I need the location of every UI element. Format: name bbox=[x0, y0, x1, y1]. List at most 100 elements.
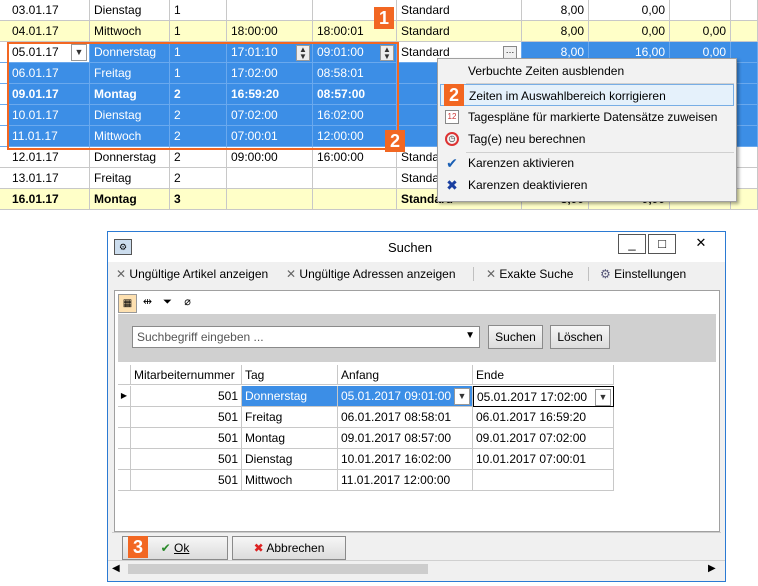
step-badge-2-menu: 2 bbox=[444, 84, 464, 106]
result-cell-tag[interactable]: Donnerstag bbox=[242, 386, 338, 407]
grid-cell-date[interactable]: 04.01.17 bbox=[8, 21, 90, 42]
search-placeholder: Suchbegriff eingeben ... bbox=[137, 330, 264, 344]
menu-item-recalculate[interactable]: ◷ Tag(e) neu berechnen bbox=[438, 128, 736, 150]
chevron-down-icon[interactable]: ▼ bbox=[595, 389, 611, 406]
grid-cell-day[interactable]: Montag bbox=[90, 189, 170, 210]
clear-button[interactable]: Löschen bbox=[550, 325, 610, 349]
result-cell-tag[interactable]: Mittwoch bbox=[242, 470, 338, 491]
grid-cell-date[interactable]: 13.01.17 bbox=[8, 168, 90, 189]
result-cell-ende[interactable]: 10.01.2017 07:00:01 bbox=[473, 449, 614, 470]
grid-cell-week[interactable]: 2 bbox=[170, 147, 227, 168]
result-cell-anfang[interactable]: 05.01.2017 09:01:00 ▼ bbox=[338, 386, 473, 407]
search-input[interactable]: Suchbegriff eingeben ... ▼ bbox=[132, 326, 480, 348]
filter-icon[interactable]: ⏷ bbox=[159, 294, 176, 311]
grid-cell-text: 0,00 bbox=[641, 3, 665, 17]
dialog-titlebar[interactable]: ⚙ Suchen _ □ ✕ bbox=[108, 232, 725, 262]
column-header-anfang[interactable]: Anfang bbox=[338, 365, 473, 385]
menu-item-correct-times[interactable]: Zeiten im Auswahlbereich korrigieren bbox=[440, 84, 734, 106]
clear-filter-icon[interactable]: ⌀ bbox=[179, 294, 196, 311]
row-indicator[interactable] bbox=[118, 407, 131, 428]
grid-cell-v2[interactable]: 0,00 bbox=[589, 21, 670, 42]
row-indicator[interactable]: ▶ bbox=[118, 386, 131, 407]
result-cell-tag[interactable]: Freitag bbox=[242, 407, 338, 428]
result-cell-tag[interactable]: Dienstag bbox=[242, 449, 338, 470]
grid-cell-v2[interactable]: 0,00 bbox=[589, 0, 670, 21]
result-cell-tag[interactable]: Montag bbox=[242, 428, 338, 449]
grid-cell-date[interactable]: 03.01.17 bbox=[8, 0, 90, 21]
close-button[interactable]: ✕ bbox=[678, 234, 724, 254]
grid-cell-v1[interactable]: 8,00 bbox=[522, 21, 589, 42]
result-cell-text: 501 bbox=[217, 452, 238, 466]
grid-cell-week[interactable]: 2 bbox=[170, 168, 227, 189]
grid-cell-day[interactable]: Donnerstag bbox=[90, 147, 170, 168]
grid-cell-week[interactable]: 1 bbox=[170, 21, 227, 42]
fit-columns-icon[interactable]: ⇹ bbox=[139, 294, 156, 311]
result-cell-anfang[interactable]: 09.01.2017 08:57:00 bbox=[338, 428, 473, 449]
selection-frame bbox=[7, 42, 399, 150]
grid-cell-plan[interactable]: Standard bbox=[397, 21, 522, 42]
exact-search-toggle[interactable]: ✕ Exakte Suche bbox=[486, 266, 573, 282]
invalid-addresses-toggle[interactable]: ✕ Ungültige Adressen anzeigen bbox=[286, 266, 456, 282]
horizontal-scrollbar[interactable]: ◀ ▶ bbox=[108, 560, 725, 578]
grid-cell-v1[interactable]: 8,00 bbox=[522, 0, 589, 21]
menu-item-hide-booked[interactable]: Verbuchte Zeiten ausblenden bbox=[438, 60, 736, 82]
grid-cell-v3[interactable]: 0,00 bbox=[670, 21, 731, 42]
grid-cell-v3[interactable] bbox=[670, 0, 731, 21]
settings-button[interactable]: ⚙ Einstellungen bbox=[600, 266, 686, 282]
grid-cell-date[interactable]: 16.01.17 bbox=[8, 189, 90, 210]
row-indicator[interactable] bbox=[118, 428, 131, 449]
result-cell-nr[interactable]: 501 bbox=[131, 407, 242, 428]
menu-item-deactivate-karenz[interactable]: ✖ Karenzen deaktivieren bbox=[438, 174, 736, 196]
result-cell-ende[interactable]: 05.01.2017 17:02:00 ▼ bbox=[473, 386, 614, 407]
grid-cell-text: 0,00 bbox=[702, 45, 726, 59]
result-cell-nr[interactable]: 501 bbox=[131, 428, 242, 449]
grid-cell-end[interactable] bbox=[313, 189, 397, 210]
result-cell-ende[interactable]: 09.01.2017 07:02:00 bbox=[473, 428, 614, 449]
grid-cell-text: 8,00 bbox=[560, 24, 584, 38]
search-button[interactable]: Suchen bbox=[488, 325, 543, 349]
cancel-button[interactable]: ✖ Abbrechen bbox=[232, 536, 346, 560]
result-cell-anfang[interactable]: 11.01.2017 12:00:00 bbox=[338, 470, 473, 491]
grid-cell-week[interactable]: 1 bbox=[170, 0, 227, 21]
cross-icon: ✖ bbox=[446, 177, 458, 193]
scroll-thumb[interactable] bbox=[128, 564, 428, 574]
grid-cell-day[interactable]: Dienstag bbox=[90, 0, 170, 21]
row-indicator[interactable] bbox=[118, 470, 131, 491]
grid-cell-start[interactable] bbox=[227, 0, 313, 21]
result-cell-anfang[interactable]: 10.01.2017 16:02:00 bbox=[338, 449, 473, 470]
columns-icon[interactable]: ▦ bbox=[118, 294, 137, 313]
grid-cell-start[interactable] bbox=[227, 189, 313, 210]
row-indicator[interactable] bbox=[118, 449, 131, 470]
grid-cell-start[interactable] bbox=[227, 168, 313, 189]
column-header-tag[interactable]: Tag bbox=[242, 365, 338, 385]
scroll-left-icon[interactable]: ◀ bbox=[112, 563, 120, 574]
grid-cell-day[interactable]: Freitag bbox=[90, 168, 170, 189]
result-cell-nr[interactable]: 501 bbox=[131, 386, 242, 407]
maximize-button[interactable]: □ bbox=[648, 234, 676, 254]
result-cell-ende[interactable]: 06.01.2017 16:59:20 bbox=[473, 407, 614, 428]
result-cell-ende[interactable] bbox=[473, 470, 614, 491]
minimize-button[interactable]: _ bbox=[618, 234, 646, 254]
menu-item-activate-karenz[interactable]: ✔ Karenzen aktivieren bbox=[438, 152, 736, 174]
result-cell-anfang[interactable]: 06.01.2017 08:58:01 bbox=[338, 407, 473, 428]
grid-cell-extra[interactable] bbox=[731, 21, 758, 42]
column-header-nr[interactable]: Mitarbeiternummer bbox=[131, 365, 242, 385]
grid-cell-end[interactable] bbox=[313, 168, 397, 189]
chevron-down-icon[interactable]: ▼ bbox=[454, 388, 470, 405]
result-cell-nr[interactable]: 501 bbox=[131, 470, 242, 491]
grid-cell-plan[interactable]: Standard bbox=[397, 0, 522, 21]
grid-cell-day[interactable]: Mittwoch bbox=[90, 21, 170, 42]
scroll-right-icon[interactable]: ▶ bbox=[708, 563, 716, 574]
grid-cell-start[interactable]: 09:00:00 bbox=[227, 147, 313, 168]
checkmark-icon: ✔ bbox=[446, 155, 458, 171]
result-cell-nr[interactable]: 501 bbox=[131, 449, 242, 470]
grid-cell-date[interactable]: 12.01.17 bbox=[8, 147, 90, 168]
invalid-articles-toggle[interactable]: ✕ Ungültige Artikel anzeigen bbox=[116, 266, 268, 282]
grid-cell-extra[interactable] bbox=[731, 0, 758, 21]
menu-item-assign-dayplans[interactable]: 12 Tagespläne für markierte Datensätze z… bbox=[438, 106, 736, 128]
exact-search-label: Exakte Suche bbox=[499, 267, 574, 281]
grid-cell-week[interactable]: 3 bbox=[170, 189, 227, 210]
column-header-ende[interactable]: Ende bbox=[473, 365, 614, 385]
dialog-toolbar: ✕ Ungültige Artikel anzeigen ✕ Ungültige… bbox=[108, 262, 725, 286]
grid-cell-start[interactable]: 18:00:00 bbox=[227, 21, 313, 42]
